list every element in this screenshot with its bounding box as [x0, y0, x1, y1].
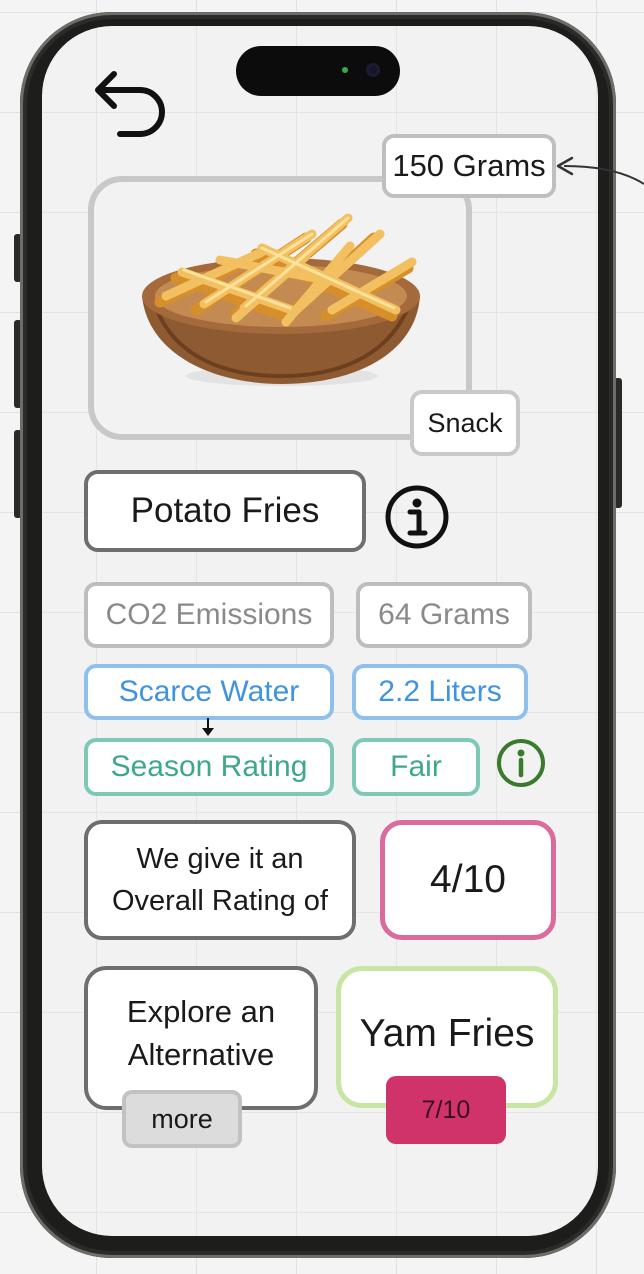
back-button[interactable]: [90, 66, 170, 142]
season-value: Fair: [352, 738, 480, 796]
overall-rating-line1: We give it an: [136, 843, 304, 875]
co2-label: CO2 Emissions: [84, 582, 334, 648]
explore-alternative-card[interactable]: Explore an Alternative: [84, 966, 318, 1110]
water-value: 2.2 Liters: [352, 664, 528, 720]
overall-rating-text: We give it an Overall Rating of: [84, 820, 356, 940]
food-image: [136, 198, 426, 394]
front-camera: [366, 63, 380, 77]
category-tag: Snack: [410, 390, 520, 456]
water-label: Scarce Water: [84, 664, 334, 720]
info-icon: [497, 739, 545, 787]
food-info-button[interactable]: [384, 484, 450, 550]
connector-arrow: [200, 718, 216, 738]
explore-line1: Explore an: [126, 994, 276, 1029]
explore-line2: Alternative: [127, 1037, 275, 1072]
annotation-arrow: [552, 150, 644, 190]
info-icon: [385, 485, 449, 549]
more-button[interactable]: more: [122, 1090, 242, 1148]
season-label: Season Rating: [84, 738, 334, 796]
food-name: Potato Fries: [84, 470, 366, 552]
back-arrow-icon: [95, 71, 165, 137]
overall-rating-line2: Overall Rating of: [112, 885, 328, 917]
portion-size-label: 150 Grams: [382, 134, 556, 198]
alternative-score-badge: 7/10: [386, 1076, 506, 1144]
overall-rating-score: 4/10: [380, 820, 556, 940]
season-info-button[interactable]: [496, 738, 546, 788]
camera-indicator: [342, 67, 348, 73]
co2-value: 64 Grams: [356, 582, 532, 648]
